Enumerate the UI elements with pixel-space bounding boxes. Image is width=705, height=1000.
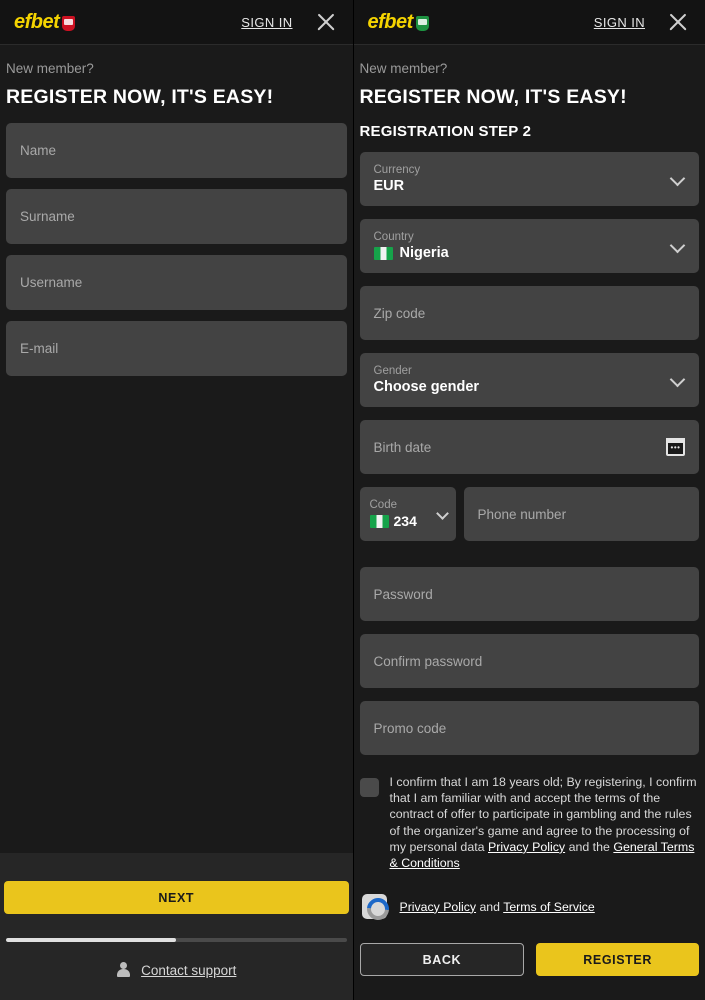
birth-date-field[interactable]: Birth date (360, 420, 700, 474)
step-title: REGISTRATION STEP 2 (356, 109, 704, 140)
email-field[interactable]: E-mail (6, 321, 347, 376)
recaptcha-row: Privacy Policy and Terms of Service (356, 871, 704, 919)
close-icon[interactable] (667, 11, 689, 33)
recaptcha-terms-of-service-link[interactable]: Terms of Service (503, 900, 595, 914)
next-button[interactable]: NEXT (4, 881, 349, 914)
name-field[interactable]: Name (6, 123, 347, 178)
left-eyebrow: New member? (4, 45, 349, 76)
phone-row: Code 234 Phone number (360, 487, 700, 554)
nigeria-flag-icon (374, 247, 393, 260)
birth-date-placeholder: Birth date (374, 440, 686, 455)
back-button[interactable]: BACK (360, 943, 525, 976)
right-header: efbet SIGN IN (354, 0, 705, 45)
green-badge-icon (416, 16, 429, 31)
zip-code-placeholder: Zip code (374, 306, 686, 321)
left-header: efbet SIGN IN (0, 0, 353, 45)
left-body: New member? REGISTER NOW, IT'S EASY! Nam… (0, 45, 353, 376)
currency-label: Currency (374, 164, 686, 176)
sign-in-link[interactable]: SIGN IN (594, 15, 645, 30)
country-value-row: Nigeria (374, 245, 686, 261)
consent-privacy-policy-link[interactable]: Privacy Policy (488, 840, 565, 854)
email-placeholder: E-mail (20, 341, 333, 356)
logo-text: efbet (368, 11, 413, 34)
phone-number-placeholder: Phone number (478, 507, 686, 522)
confirm-password-field[interactable]: Confirm password (360, 634, 700, 688)
registration-step2-panel: efbet SIGN IN New member? REGISTER NOW, … (353, 0, 705, 1000)
gender-value: Choose gender (374, 379, 686, 395)
consent-checkbox[interactable] (360, 778, 379, 797)
contact-support-label: Contact support (141, 963, 236, 978)
username-field[interactable]: Username (6, 255, 347, 310)
phone-code-label: Code (370, 499, 446, 511)
red-badge-icon (62, 16, 75, 31)
currency-value: EUR (374, 178, 686, 194)
surname-placeholder: Surname (20, 209, 333, 224)
consent-text: I confirm that I am 18 years old; By reg… (390, 774, 700, 871)
consent-row: I confirm that I am 18 years old; By reg… (356, 768, 704, 871)
left-footer: NEXT Contact support (0, 853, 353, 1000)
consent-text-part2: and the (565, 840, 613, 854)
nigeria-flag-icon (370, 515, 389, 528)
recaptcha-privacy-policy-link[interactable]: Privacy Policy (400, 900, 477, 914)
contact-support-link[interactable]: Contact support (2, 942, 351, 1000)
phone-code-value-row: 234 (370, 513, 446, 529)
zip-code-field[interactable]: Zip code (360, 286, 700, 340)
recaptcha-text: Privacy Policy and Terms of Service (400, 900, 595, 914)
recaptcha-icon (362, 894, 387, 919)
registration-screens: efbet SIGN IN New member? REGISTER NOW, … (0, 0, 705, 1000)
right-headline: REGISTER NOW, IT'S EASY! (356, 76, 704, 109)
registration-step1-panel: efbet SIGN IN New member? REGISTER NOW, … (0, 0, 353, 1000)
step2-actions: BACK REGISTER (356, 919, 704, 976)
country-select[interactable]: Country Nigeria (360, 219, 700, 273)
right-eyebrow: New member? (356, 45, 704, 76)
left-fields: Name Surname Username E-mail (4, 109, 349, 376)
calendar-icon[interactable] (666, 438, 685, 456)
headset-support-icon (116, 962, 131, 978)
country-value: Nigeria (400, 245, 449, 261)
username-placeholder: Username (20, 275, 333, 290)
sign-in-link[interactable]: SIGN IN (241, 15, 292, 30)
close-icon[interactable] (315, 11, 337, 33)
currency-select[interactable]: Currency EUR (360, 152, 700, 206)
right-body: New member? REGISTER NOW, IT'S EASY! REG… (354, 45, 705, 976)
promo-code-field[interactable]: Promo code (360, 701, 700, 755)
confirm-password-placeholder: Confirm password (374, 654, 686, 669)
register-button[interactable]: REGISTER (536, 943, 699, 976)
surname-field[interactable]: Surname (6, 189, 347, 244)
phone-code-value: 234 (394, 513, 417, 529)
password-placeholder: Password (374, 587, 686, 602)
efbet-logo[interactable]: efbet (14, 11, 75, 34)
left-headline: REGISTER NOW, IT'S EASY! (4, 76, 349, 109)
phone-code-select[interactable]: Code 234 (360, 487, 456, 541)
logo-text: efbet (14, 11, 59, 34)
efbet-logo[interactable]: efbet (368, 11, 429, 34)
recaptcha-joiner: and (476, 900, 503, 914)
gender-label: Gender (374, 365, 686, 377)
name-placeholder: Name (20, 143, 333, 158)
country-label: Country (374, 231, 686, 243)
phone-number-field[interactable]: Phone number (464, 487, 700, 541)
right-fields: Currency EUR Country Nigeria Zip code (356, 140, 704, 755)
promo-code-placeholder: Promo code (374, 721, 686, 736)
gender-select[interactable]: Gender Choose gender (360, 353, 700, 407)
password-field[interactable]: Password (360, 567, 700, 621)
